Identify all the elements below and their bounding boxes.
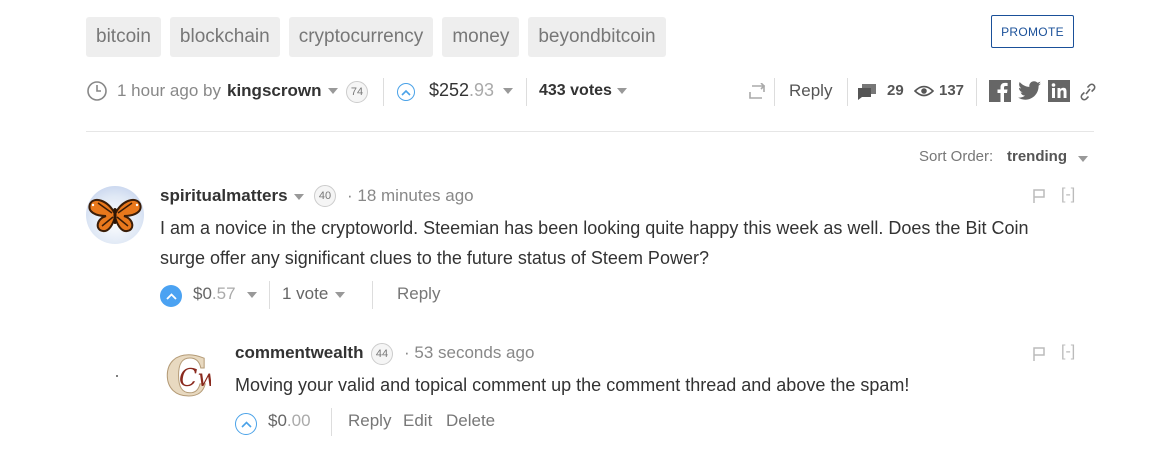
svg-text:Cw: Cw — [179, 364, 211, 392]
post-author[interactable]: kingscrown — [227, 81, 321, 101]
avatar[interactable]: C Cw — [165, 349, 211, 401]
comment-time[interactable]: · 18 minutes ago — [347, 186, 474, 206]
author-reputation: 74 — [346, 81, 368, 103]
comment-edit-link[interactable]: Edit — [403, 411, 432, 431]
comment-body: Moving your valid and topical comment up… — [235, 375, 910, 395]
comment-body-line-1: I am a novice in the cryptoworld. Steemi… — [160, 218, 1029, 238]
author-menu-caret[interactable] — [328, 82, 338, 100]
flag-icon[interactable] — [1032, 188, 1046, 209]
promote-button[interactable]: PROMOTE — [991, 15, 1074, 48]
collapse-toggle[interactable]: [-] — [1061, 186, 1075, 204]
link-icon[interactable] — [1080, 83, 1096, 106]
votes-caret[interactable] — [335, 286, 345, 304]
author-reputation: 40 — [314, 185, 336, 207]
tag-beyondbitcoin[interactable]: beyondbitcoin — [528, 17, 666, 57]
post-payout[interactable]: $252.93 — [429, 80, 494, 101]
post-votes[interactable]: 433 votes — [539, 82, 612, 100]
clock-icon — [86, 80, 108, 107]
payout-caret[interactable] — [247, 286, 257, 304]
linkedin-icon[interactable] — [1048, 80, 1070, 107]
tag-bitcoin[interactable]: bitcoin — [86, 17, 161, 57]
thread-dot — [116, 375, 118, 377]
comments-icon[interactable] — [857, 83, 877, 106]
post-time: 1 hour ago by — [117, 81, 221, 100]
post-reply-link[interactable]: Reply — [789, 81, 832, 101]
sort-order-value[interactable]: trending — [1007, 148, 1067, 165]
comment-author[interactable]: commentwealth — [235, 343, 363, 363]
votes-caret[interactable] — [617, 82, 627, 100]
sort-order-caret[interactable] — [1078, 150, 1088, 168]
twitter-icon[interactable] — [1018, 81, 1042, 106]
tag-list: bitcoin blockchain cryptocurrency money … — [86, 17, 666, 57]
eye-icon — [913, 84, 935, 103]
upvote-icon[interactable] — [235, 413, 257, 435]
views-count: 137 — [939, 82, 965, 99]
collapse-toggle[interactable]: [-] — [1061, 343, 1075, 361]
sort-order-label: Sort Order: — [919, 148, 994, 165]
comments-count[interactable]: 29 — [887, 82, 904, 99]
author-menu-caret[interactable] — [294, 188, 304, 206]
comment-reply-link[interactable]: Reply — [348, 411, 391, 431]
avatar[interactable] — [86, 186, 144, 244]
comment-body-line-2: surge offer any significant clues to the… — [160, 248, 709, 268]
reblog-icon[interactable] — [747, 82, 767, 106]
tag-blockchain[interactable]: blockchain — [169, 17, 280, 57]
comment-time[interactable]: · 53 seconds ago — [404, 343, 534, 363]
comment-payout[interactable]: $0.57 — [193, 284, 236, 304]
facebook-icon[interactable] — [989, 80, 1011, 107]
divider — [86, 131, 1094, 132]
comment-votes[interactable]: 1 vote — [282, 284, 328, 304]
upvote-icon[interactable] — [397, 83, 415, 101]
tag-money[interactable]: money — [442, 17, 520, 57]
monogram-logo-icon: C Cw — [165, 349, 211, 401]
butterfly-icon — [88, 198, 142, 233]
comment-author[interactable]: spiritualmatters — [160, 186, 288, 206]
post-meta-bar: 1 hour ago by kingscrown 74 $252.93 433 … — [86, 78, 1096, 106]
flag-icon[interactable] — [1032, 346, 1046, 367]
comment-delete-link[interactable]: Delete — [446, 411, 495, 431]
tag-cryptocurrency[interactable]: cryptocurrency — [288, 17, 434, 57]
comment-payout[interactable]: $0.00 — [268, 411, 311, 431]
author-reputation: 44 — [371, 343, 393, 365]
comment-reply-link[interactable]: Reply — [397, 284, 440, 304]
payout-caret[interactable] — [503, 82, 513, 100]
upvote-icon[interactable] — [160, 285, 182, 307]
